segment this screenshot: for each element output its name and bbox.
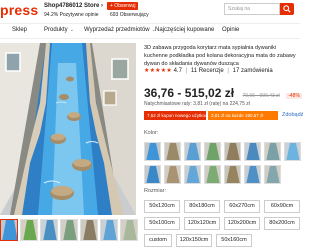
size-option[interactable]: 50x100cm [144, 217, 180, 230]
size-option[interactable]: 60x270cm [224, 200, 260, 213]
color-swatch[interactable] [244, 142, 261, 161]
color-swatch[interactable] [144, 165, 161, 184]
color-swatch[interactable] [264, 165, 281, 184]
search-input[interactable]: Szukaj na [224, 3, 280, 15]
nav-item-label: Produkty [44, 27, 68, 33]
size-option[interactable]: 80x180cm [184, 200, 220, 213]
nav-item-najczesciej[interactable]: Najczęściej kupowane [155, 27, 214, 33]
site-logo[interactable]: press [0, 2, 38, 18]
rating-value: 4.7 [173, 68, 182, 74]
spend-coupon[interactable]: 3,81 zł na każde 190,57 zł [208, 111, 278, 120]
store-chevron-icon: › [101, 3, 104, 9]
top-header: press Shop4786012 Store › + Obserwuj 94.… [0, 0, 300, 22]
store-rating-text: 94.2% Pozytywne opinie [44, 12, 99, 18]
product-photo [0, 43, 136, 215]
nav-item-label: Sklep [12, 27, 28, 33]
thumbnail-6[interactable] [100, 219, 118, 241]
nav-item-label: Najczęściej kupowane [155, 27, 215, 33]
new-user-coupon[interactable]: 7,62 zł kupon nowego użytkownika [144, 111, 206, 120]
color-swatch[interactable] [204, 165, 221, 184]
thumbnail-5[interactable] [80, 219, 98, 241]
thumbnail-1[interactable] [0, 219, 18, 241]
nav-item-label: Opinie [222, 27, 240, 33]
size-option[interactable]: 80x200cm [264, 217, 300, 230]
color-swatch[interactable] [244, 165, 261, 184]
color-swatch[interactable] [184, 165, 201, 184]
divider: | [185, 68, 188, 74]
discount-badge: -48% [286, 93, 302, 99]
reviews-link[interactable]: 11 Recenzje [191, 68, 224, 74]
search-icon [283, 5, 291, 13]
size-option[interactable]: 120x150cm [176, 234, 212, 247]
size-option[interactable]: 50x120cm [144, 200, 180, 213]
search-button[interactable] [280, 3, 294, 15]
color-swatch[interactable] [224, 142, 241, 161]
store-followers: 693 Obserwujący [110, 12, 149, 18]
chevron-down-icon: ⌄ [69, 27, 74, 33]
size-label: Rozmiar: [144, 188, 167, 194]
nav-item-opinie[interactable]: Opinie [222, 27, 239, 33]
product-title: 3D zabawa przygoda korytarz mata sypialn… [144, 45, 296, 67]
rating-row: ★★★★★ 4.7 | 11 Recenzje | 17 zamówienia [144, 67, 273, 74]
product-main-image[interactable] [0, 43, 136, 215]
thumbnail-strip [0, 219, 140, 241]
store-rating: 94.2% Pozytywne opinie [44, 12, 98, 18]
color-swatch[interactable] [264, 142, 281, 161]
color-swatch[interactable] [144, 142, 161, 161]
thumbnail-4[interactable] [60, 219, 78, 241]
size-option[interactable]: custom [144, 234, 172, 247]
thumbnail-7[interactable] [120, 219, 138, 241]
size-option[interactable]: 60x90cm [264, 200, 300, 213]
installments-info: Natychmiastowe raty: 3,81 zł (ratę) na 2… [144, 101, 250, 107]
nav-item-label: Wyprzedaż przedmiotów [84, 27, 150, 33]
store-name[interactable]: Shop4786012 Store › [44, 3, 103, 9]
follow-button[interactable]: + Obserwuj [107, 2, 139, 10]
size-option[interactable]: 120x120cm [184, 217, 220, 230]
color-swatch[interactable] [284, 142, 301, 161]
thumbnail-3[interactable] [40, 219, 58, 241]
nav-item-wyprzedaz[interactable]: Wyprzedaż przedmiotów ⌄ [84, 27, 156, 33]
color-swatch[interactable] [224, 165, 241, 184]
price: 36,76 - 515,02 zł [144, 86, 235, 100]
color-swatch[interactable] [204, 142, 221, 161]
color-swatch[interactable] [184, 142, 201, 161]
store-nav: Sklep Produkty ⌄ Wyprzedaż przedmiotów ⌄ N… [0, 23, 300, 39]
price-row: 36,76 - 515,02 zł 70,66 - 990,43 zł -48% [144, 84, 302, 102]
nav-item-produkty[interactable]: Produkty ⌄ [44, 27, 74, 33]
old-price: 70,66 - 990,43 zł [242, 93, 280, 99]
color-label: Kolor: [144, 130, 159, 136]
thumbnail-2[interactable] [20, 219, 38, 241]
store-name-text: Shop4786012 Store [44, 3, 100, 9]
get-coupons-link[interactable]: Zdobądź [282, 112, 303, 118]
color-swatch[interactable] [164, 142, 181, 161]
nav-item-sklep[interactable]: Sklep [12, 27, 27, 33]
color-swatch[interactable] [164, 165, 181, 184]
star-rating-icon: ★★★★★ [144, 68, 172, 74]
size-option[interactable]: 50x160cm [216, 234, 252, 247]
orders-count: 17 zamówienia [232, 68, 273, 74]
size-option[interactable]: 120x200cm [224, 217, 260, 230]
divider: | [227, 68, 229, 74]
